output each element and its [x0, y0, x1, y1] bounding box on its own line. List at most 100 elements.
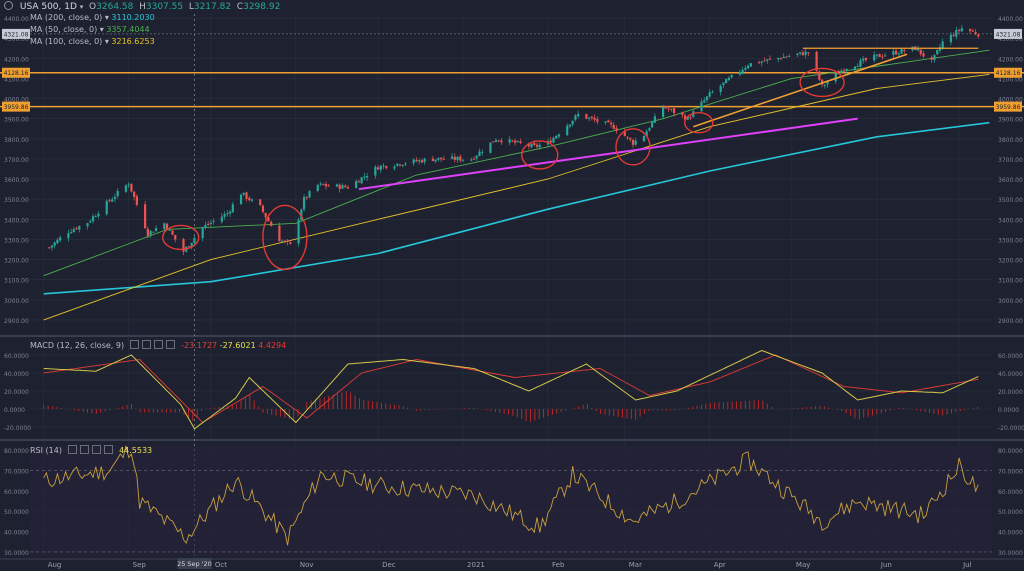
candle-body [86, 223, 89, 227]
candle-body [360, 177, 363, 184]
macd-tick-label-left: -20.0000 [4, 425, 31, 432]
candle-body [72, 229, 75, 232]
chevron-down-icon[interactable]: ▾ [105, 37, 109, 46]
candle-body [201, 227, 204, 239]
candle-body [226, 213, 229, 215]
close-value: 3298.92 [243, 2, 281, 12]
candle-body [631, 140, 635, 145]
y-tick-label-right: 3900.00 [998, 117, 1023, 124]
chevron-down-icon[interactable]: ▾ [100, 25, 104, 34]
high-value: 3307.55 [145, 2, 184, 12]
ma50-value: 3357.4044 [106, 25, 150, 34]
candle-body [853, 66, 857, 70]
close-icon[interactable] [153, 340, 163, 349]
x-tick-label: Jul [962, 561, 972, 569]
candle-body [958, 29, 961, 31]
candle-body [744, 67, 747, 70]
y-tick-label-left: 3900.00 [4, 117, 29, 124]
candle-body [228, 211, 232, 214]
chart-header: USA 500, 1D ▾ O3264.58 H3307.55 L3217.82… [4, 1, 280, 13]
candle-body [418, 160, 421, 162]
eye-icon[interactable] [129, 340, 139, 349]
macd-legend[interactable]: MACD (12, 26, close, 9) -23.1727 -27.602… [30, 340, 286, 351]
candle-body [248, 197, 251, 201]
rsi-legend[interactable]: RSI (14) 44.5533 [30, 445, 152, 456]
candle-body [207, 223, 210, 225]
symbol-visibility-icon[interactable] [4, 1, 13, 10]
y-tick-label-right: 4200.00 [998, 56, 1023, 63]
candle-body [472, 158, 476, 160]
rsi-tick-label-right: 80.0000 [998, 448, 1023, 455]
symbol-label[interactable]: USA 500, 1D [20, 2, 77, 12]
candle-body [355, 181, 358, 189]
candle-body [738, 71, 741, 75]
candle-body [346, 187, 350, 189]
candle-body [470, 159, 473, 161]
ma50-label: MA (50, close, 0) [30, 25, 98, 34]
y-tick-label-left: 3400.00 [4, 217, 29, 224]
candle-body [437, 157, 440, 160]
ma200-legend[interactable]: MA (200, close, 0) ▾ 3110.2030 [30, 13, 155, 23]
y-tick-label-right: 3500.00 [998, 197, 1023, 204]
x-tick-label: Dec [382, 561, 396, 569]
candle-body [538, 144, 541, 148]
gear-icon[interactable] [79, 445, 89, 454]
candle-body [566, 125, 569, 136]
chevron-down-icon[interactable]: ▾ [80, 3, 84, 11]
candle-body [511, 140, 514, 142]
candle-body [163, 223, 166, 230]
more-icon[interactable] [165, 340, 175, 349]
high-label: H [139, 2, 146, 12]
candle-body [366, 176, 369, 178]
rsi-tick-label-right: 30.0000 [998, 550, 1023, 557]
rsi-tick-label-right: 60.0000 [998, 489, 1023, 496]
candle-body [442, 158, 445, 160]
candle-body [878, 53, 881, 58]
candle-body [892, 51, 895, 55]
candle-body [949, 34, 952, 43]
candle-body [782, 56, 785, 59]
macd-tick-label-left: 0.0000 [4, 407, 25, 414]
candle-body [327, 185, 330, 187]
y-tick-label-left: 3000.00 [4, 298, 29, 305]
y-tick-label-left: 4200.00 [4, 56, 29, 63]
x-tick-label: Mar [629, 561, 642, 569]
y-tick-label-right: 3800.00 [998, 137, 1023, 144]
rsi-tick-label-right: 70.0000 [998, 468, 1023, 475]
candle-body [497, 140, 500, 142]
eye-icon[interactable] [67, 445, 77, 454]
level-badge-3959-right: 3959.86 [996, 104, 1021, 111]
candle-body [653, 116, 656, 123]
candle-body [642, 135, 646, 142]
macd-tick-label-left: 20.0000 [4, 389, 29, 396]
candle-body [571, 120, 574, 125]
candle-body [415, 159, 418, 162]
ma100-legend[interactable]: MA (100, close, 0) ▾ 3216.6253 [30, 37, 155, 47]
candle-body [648, 128, 651, 131]
candle-body [111, 199, 114, 202]
candle-body [113, 196, 117, 199]
candle-body [242, 192, 245, 195]
candle-body [651, 121, 654, 128]
close-icon[interactable] [91, 445, 101, 454]
ma50-legend[interactable]: MA (50, close, 0) ▾ 3357.4044 [30, 25, 150, 35]
candle-body [974, 32, 977, 35]
gear-icon[interactable] [141, 340, 151, 349]
candle-body [344, 185, 347, 188]
rsi-label: RSI (14) [30, 446, 62, 455]
candle-body [629, 137, 632, 140]
chart-canvas[interactable]: 2900.00 2900.00 3000.00 3000.00 3100.00 3100.… [0, 0, 1024, 571]
candle-body [711, 91, 714, 93]
candle-body [955, 29, 958, 37]
candle-body [204, 224, 207, 228]
chevron-down-icon[interactable]: ▾ [105, 13, 109, 22]
candle-body [662, 107, 665, 117]
candle-body [700, 101, 703, 112]
more-icon[interactable] [103, 445, 113, 454]
candle-body [634, 140, 637, 145]
candle-body [144, 204, 147, 229]
x-tick-label: 2021 [467, 561, 485, 569]
candle-body [461, 159, 465, 161]
candle-body [796, 53, 799, 56]
candle-body [840, 70, 843, 74]
